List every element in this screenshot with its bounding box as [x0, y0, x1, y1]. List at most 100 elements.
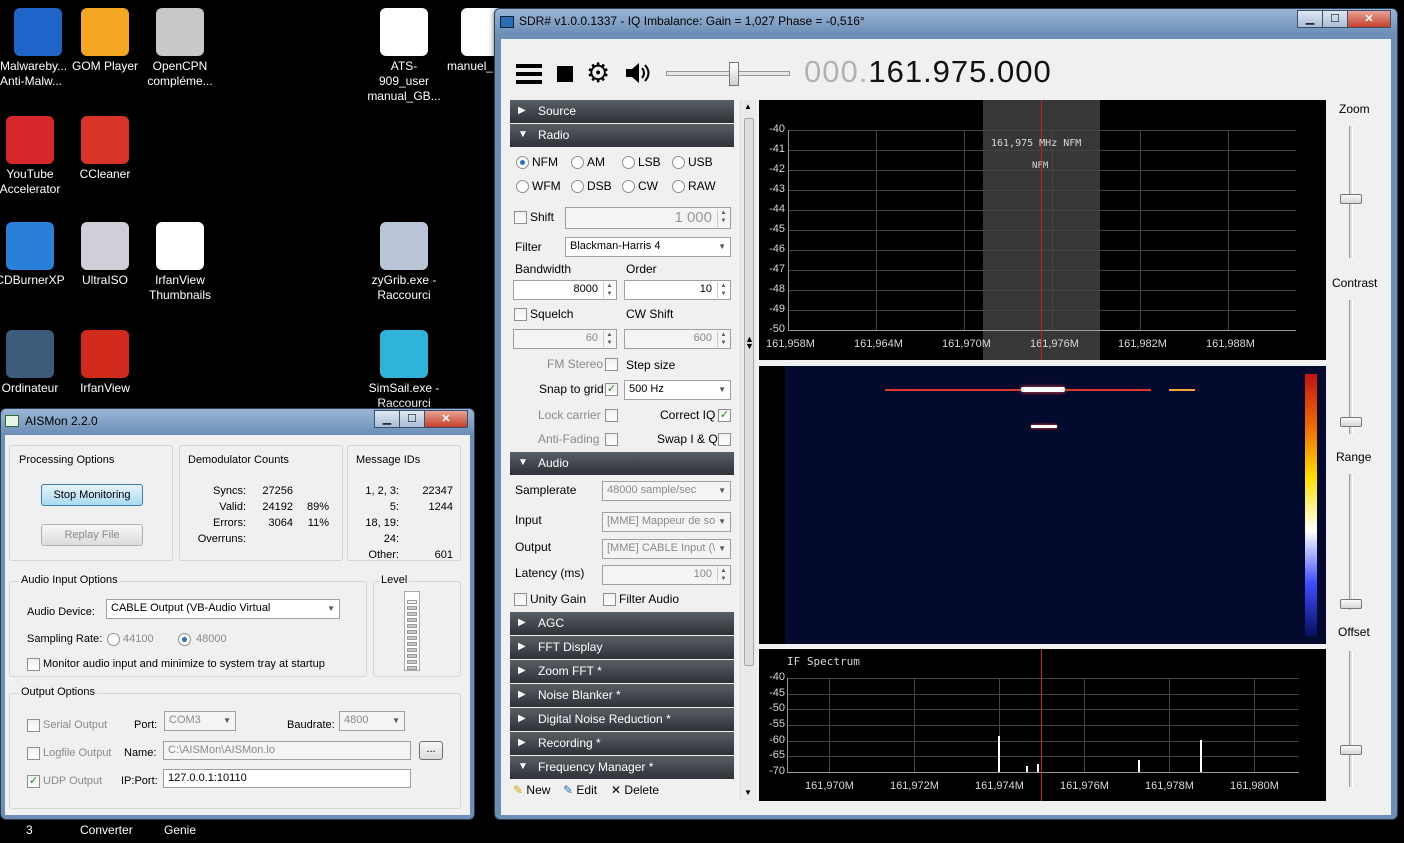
close-button[interactable]: ✕ [1347, 10, 1391, 28]
section-digital-noise-reduction[interactable]: ▶ Digital Noise Reduction * [510, 708, 734, 731]
bandwidth-input[interactable]: 8000 ▲ ▼ [513, 280, 617, 300]
new-button[interactable]: ✎ New [513, 783, 550, 797]
desktop-icon-ccleaner[interactable]: CCleaner [67, 116, 143, 182]
mode-nfm-radio[interactable] [516, 156, 529, 169]
spectrum-y-tick: -40 [769, 123, 785, 135]
desktop-icon-ordinateur[interactable]: Ordinateur [0, 330, 68, 396]
section-zoom-fft[interactable]: ▶ Zoom FFT * [510, 660, 734, 683]
maximize-button[interactable]: ☐ [399, 410, 425, 428]
stop-monitoring-button[interactable]: Stop Monitoring [41, 484, 143, 506]
rate-44100-radio[interactable] [107, 633, 120, 646]
logfile-output-checkbox[interactable] [27, 747, 40, 760]
desktop-icon-ultraiso[interactable]: UltraISO [67, 222, 143, 288]
mode-cw-radio[interactable] [622, 180, 635, 193]
serial-output-checkbox[interactable] [27, 719, 40, 732]
monitor-audio-checkbox[interactable] [27, 658, 40, 671]
menu-icon[interactable] [516, 64, 542, 84]
section-fft-display[interactable]: ▶ FFT Display [510, 636, 734, 659]
gear-icon[interactable]: ⚙ [586, 59, 610, 87]
desktop-icon-malwarebytes[interactable]: Malwareby... Anti-Malw... [0, 8, 76, 89]
maximize-button[interactable]: ☐ [1322, 10, 1348, 28]
desktop-icon-zygrib[interactable]: zyGrib.exe - Raccourci [366, 222, 442, 303]
spinner-icon: ▲ ▼ [717, 567, 729, 583]
volume-slider[interactable] [666, 62, 790, 86]
desktop-icon-irfanthumbs[interactable]: IrfanView Thumbnails [142, 222, 218, 303]
volume-slider-thumb[interactable] [729, 62, 739, 86]
section-audio[interactable]: ▼ Audio [510, 452, 734, 475]
splitter-grip-icon[interactable]: ▲ ▼ [745, 335, 754, 351]
zoom-slider[interactable] [1340, 126, 1362, 258]
samplerate-select[interactable]: 48000 sample/sec ▼ [602, 481, 731, 501]
audio-input-select[interactable]: [MME] Mappeur de so ▼ [602, 512, 731, 532]
shift-checkbox[interactable] [514, 211, 527, 224]
frequency-display[interactable]: 000.161.975.000 [804, 54, 1052, 90]
step-size-select[interactable]: 500 Hz ▼ [624, 380, 731, 400]
taskbar-item[interactable]: Converter [80, 823, 133, 837]
section-recording[interactable]: ▶ Recording * [510, 732, 734, 755]
section-radio[interactable]: ▼ Radio [510, 124, 734, 147]
desktop-icon-cdburner[interactable]: CDBurnerXP [0, 222, 68, 288]
correct-iq-checkbox[interactable]: ✓ [718, 409, 731, 422]
if-peak [1138, 760, 1140, 772]
cw-shift-input[interactable]: 600 ▲ ▼ [624, 329, 731, 349]
snap-to-grid-checkbox[interactable]: ✓ [605, 383, 618, 396]
close-button[interactable]: ✕ [424, 410, 468, 428]
section-source[interactable]: ▶ Source [510, 100, 734, 123]
range-slider[interactable] [1340, 474, 1362, 610]
mode-wfm-radio[interactable] [516, 180, 529, 193]
desktop-icon-opencpn[interactable]: OpenCPN compléme... [142, 8, 218, 89]
latency-input[interactable]: 100 ▲ ▼ [602, 565, 731, 585]
stop-icon[interactable] [557, 66, 573, 82]
audio-output-select[interactable]: [MME] CABLE Input (\ ▼ [602, 539, 731, 559]
rate-48000-radio[interactable] [178, 633, 191, 646]
speaker-icon[interactable] [624, 60, 652, 86]
minimize-button[interactable]: ▁ [1297, 10, 1323, 28]
desktop-icon-youtube[interactable]: YouTube Accelerator [0, 116, 68, 197]
baudrate-select[interactable]: 4800 ▼ [339, 711, 405, 731]
desktop-icon-irfanview[interactable]: IrfanView [67, 330, 143, 396]
desktop-icon-simsail[interactable]: SimSail.exe - Raccourci [366, 330, 442, 411]
mode-am-radio[interactable] [571, 156, 584, 169]
squelch-input[interactable]: 60 ▲ ▼ [513, 329, 617, 349]
logfile-name-input[interactable]: C:\AISMon\AISMon.lo [163, 741, 411, 760]
fm-stereo-checkbox[interactable] [605, 358, 618, 371]
mode-raw-radio[interactable] [672, 180, 685, 193]
squelch-checkbox[interactable] [514, 308, 527, 321]
desktop-icon-gom[interactable]: GOM Player [67, 8, 143, 74]
udp-output-checkbox[interactable]: ✓ [27, 775, 40, 788]
filter-select[interactable]: Blackman-Harris 4 ▼ [565, 237, 731, 257]
contrast-slider[interactable] [1340, 300, 1362, 434]
offset-slider[interactable] [1340, 651, 1362, 787]
ipport-input[interactable]: 127.0.0.1:10110 [163, 769, 411, 788]
mode-lsb-radio[interactable] [622, 156, 635, 169]
taskbar-item[interactable]: 3 [26, 823, 33, 837]
mode-dsb-radio[interactable] [571, 180, 584, 193]
aismon-titlebar[interactable]: AISMon 2.2.0 ▁ ☐ ✕ [1, 409, 474, 435]
replay-file-button[interactable]: Replay File [41, 524, 143, 546]
desktop-icon-ats909[interactable]: ATS-909_user manual_GB... [366, 8, 442, 104]
spectrum-analyzer[interactable]: -40 -41 -42 -43 -44 -45 -46 -47 -48 -49 -50 161,958… [759, 100, 1326, 360]
browse-button[interactable]: ... [419, 741, 443, 760]
sdr-titlebar[interactable]: SDR# v1.0.0.1337 - IQ Imbalance: Gain = … [495, 9, 1397, 35]
message-id-label: 1, 2, 3: [365, 485, 399, 497]
section-noise-blanker[interactable]: ▶ Noise Blanker * [510, 684, 734, 707]
edit-button[interactable]: ✎ Edit [563, 783, 597, 797]
section-agc[interactable]: ▶ AGC [510, 612, 734, 635]
audio-device-select[interactable]: CABLE Output (VB-Audio Virtual ▼ [106, 599, 340, 619]
shift-input[interactable]: 1 000 ▲ ▼ [565, 207, 731, 229]
port-select[interactable]: COM3 ▼ [164, 711, 236, 731]
unity-gain-checkbox[interactable] [514, 593, 527, 606]
mode-usb-radio[interactable] [672, 156, 685, 169]
if-spectrum[interactable]: IF Spectrum -40 -45 -50 -55 -60 -65 -70 161,970M… [759, 649, 1326, 801]
panel-scrollbar[interactable]: ▲ ▼ [740, 100, 756, 800]
order-input[interactable]: 10 ▲ ▼ [624, 280, 731, 300]
section-frequency-manager[interactable]: ▼ Frequency Manager * [510, 756, 734, 779]
minimize-button[interactable]: ▁ [374, 410, 400, 428]
lock-carrier-checkbox[interactable] [605, 409, 618, 422]
anti-fading-checkbox[interactable] [605, 433, 618, 446]
waterfall[interactable] [759, 366, 1326, 644]
swap-iq-checkbox[interactable] [718, 433, 731, 446]
delete-button[interactable]: ✕ Delete [611, 783, 659, 797]
filter-audio-checkbox[interactable] [603, 593, 616, 606]
taskbar-item[interactable]: Genie [164, 823, 196, 837]
